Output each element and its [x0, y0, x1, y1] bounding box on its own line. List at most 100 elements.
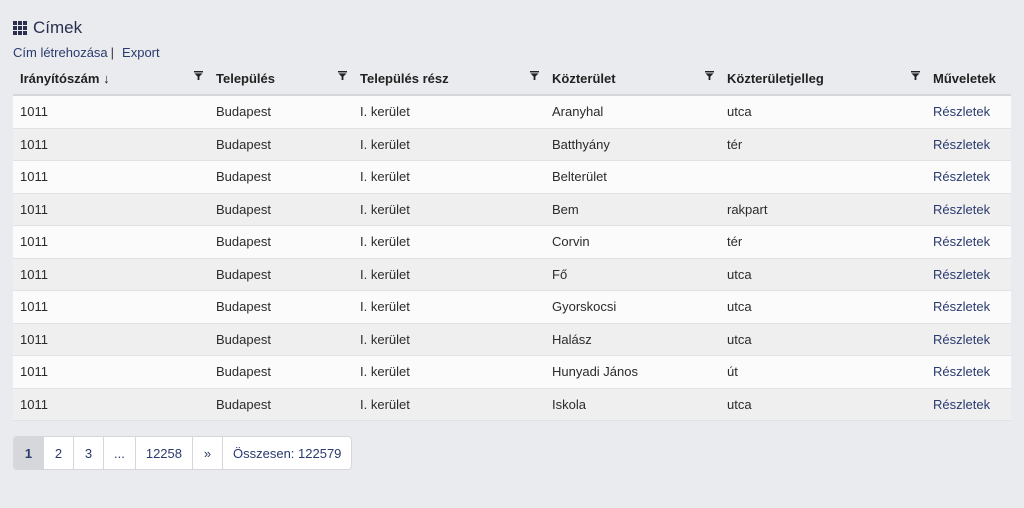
- cell-settlement: Budapest: [209, 193, 353, 226]
- create-address-link[interactable]: Cím létrehozása: [13, 45, 108, 60]
- details-link[interactable]: Részletek: [933, 299, 990, 314]
- column-header-settlement[interactable]: Település: [209, 62, 353, 96]
- action-separator: |: [110, 45, 115, 60]
- column-header-settlement-part[interactable]: Település rész: [353, 62, 545, 96]
- cell-postal-code: 1011: [13, 355, 209, 389]
- cell-street: Iskola: [545, 388, 720, 421]
- cell-postal-code: 1011: [13, 95, 209, 129]
- cell-settlement-part: I. kerület: [353, 160, 545, 194]
- column-header-postal-code[interactable]: Irányítószám ↓: [13, 62, 209, 96]
- cell-postal-code: 1011: [13, 193, 209, 226]
- next-page-button[interactable]: »: [193, 437, 223, 469]
- cell-actions: Részletek: [926, 290, 1011, 324]
- table-header-row: Irányítószám ↓ Település Település rész Köz…: [13, 62, 1011, 96]
- page-button[interactable]: 2: [44, 437, 74, 469]
- cell-street-type: utca: [720, 388, 926, 421]
- cell-street: Aranyhal: [545, 95, 720, 129]
- filter-icon[interactable]: [194, 71, 203, 80]
- page-title: Címek: [13, 16, 82, 40]
- column-header-street[interactable]: Közterület: [545, 62, 720, 96]
- cell-street-type: utca: [720, 258, 926, 291]
- details-link[interactable]: Részletek: [933, 234, 990, 249]
- cell-actions: Részletek: [926, 388, 1011, 421]
- cell-settlement-part: I. kerület: [353, 95, 545, 129]
- pagination: 1 2 3... 12258» Összesen: 122579: [13, 436, 353, 470]
- cell-settlement-part: I. kerület: [353, 355, 545, 389]
- cell-settlement: Budapest: [209, 355, 353, 389]
- page-button[interactable]: ...: [104, 437, 136, 469]
- cell-settlement: Budapest: [209, 128, 353, 161]
- column-header-label: Irányítószám ↓: [20, 70, 110, 86]
- cell-settlement-part: I. kerület: [353, 290, 545, 324]
- cell-settlement: Budapest: [209, 225, 353, 259]
- address-table: Irányítószám ↓ Település Település rész Köz…: [13, 62, 1011, 421]
- cell-actions: Részletek: [926, 225, 1011, 259]
- page-button[interactable]: 12258: [136, 437, 193, 469]
- cell-street: Belterület: [545, 160, 720, 194]
- page-button[interactable]: 1: [14, 437, 44, 469]
- cell-actions: Részletek: [926, 95, 1011, 129]
- table-row: 1011 Budapest I. kerület Aranyhal utca Részle…: [13, 95, 1011, 129]
- export-link[interactable]: Export: [122, 45, 160, 60]
- column-header-label: Település rész: [360, 70, 449, 86]
- cell-postal-code: 1011: [13, 323, 209, 356]
- cell-settlement: Budapest: [209, 290, 353, 324]
- details-link[interactable]: Részletek: [933, 104, 990, 119]
- cell-settlement: Budapest: [209, 160, 353, 194]
- cell-street: Hunyadi János: [545, 355, 720, 389]
- cell-postal-code: 1011: [13, 388, 209, 421]
- cell-street-type: tér: [720, 225, 926, 259]
- cell-street: Bem: [545, 193, 720, 226]
- cell-actions: Részletek: [926, 355, 1011, 389]
- table-row: 1011 Budapest I. kerület Hunyadi János út Rés…: [13, 355, 1011, 389]
- cell-settlement-part: I. kerület: [353, 225, 545, 259]
- details-link[interactable]: Részletek: [933, 332, 990, 347]
- column-header-actions[interactable]: Műveletek: [926, 62, 1011, 96]
- cell-street-type: út: [720, 355, 926, 389]
- cell-settlement: Budapest: [209, 258, 353, 291]
- page-button[interactable]: 3: [74, 437, 104, 469]
- details-link[interactable]: Részletek: [933, 397, 990, 412]
- action-bar: Cím létrehozása | Export: [13, 45, 160, 60]
- table-row: 1011 Budapest I. kerület Corvin tér Részletek: [13, 225, 1011, 259]
- cell-settlement: Budapest: [209, 388, 353, 421]
- table-row: 1011 Budapest I. kerület Fő utca Részletek: [13, 258, 1011, 291]
- cell-street-type: utca: [720, 323, 926, 356]
- grid-icon: [13, 21, 27, 35]
- table-row: 1011 Budapest I. kerület Iskola utca Részlete…: [13, 388, 1011, 421]
- filter-icon[interactable]: [705, 71, 714, 80]
- cell-street: Fő: [545, 258, 720, 291]
- cell-settlement: Budapest: [209, 95, 353, 129]
- filter-icon[interactable]: [911, 71, 920, 80]
- cell-actions: Részletek: [926, 323, 1011, 356]
- column-header-label: Település: [216, 70, 276, 86]
- details-link[interactable]: Részletek: [933, 202, 990, 217]
- page-title-text: Címek: [33, 18, 83, 37]
- cell-settlement: Budapest: [209, 323, 353, 356]
- cell-postal-code: 1011: [13, 290, 209, 324]
- column-header-label: Közterületjelleg: [727, 70, 824, 86]
- cell-actions: Részletek: [926, 160, 1011, 194]
- details-link[interactable]: Részletek: [933, 137, 990, 152]
- cell-postal-code: 1011: [13, 128, 209, 161]
- table-row: 1011 Budapest I. kerület Batthyány tér Részle…: [13, 128, 1011, 161]
- cell-street: Batthyány: [545, 128, 720, 161]
- table-row: 1011 Budapest I. kerület Belterület Részlete…: [13, 160, 1011, 194]
- cell-postal-code: 1011: [13, 225, 209, 259]
- details-link[interactable]: Részletek: [933, 267, 990, 282]
- table-body: 1011 Budapest I. kerület Aranyhal utca Részle…: [13, 95, 1011, 421]
- filter-icon[interactable]: [530, 71, 539, 80]
- cell-settlement-part: I. kerület: [353, 128, 545, 161]
- table-row: 1011 Budapest I. kerület Bem rakpart Részlete…: [13, 193, 1011, 226]
- table-row: 1011 Budapest I. kerület Halász utca Részlete…: [13, 323, 1011, 356]
- cell-actions: Részletek: [926, 193, 1011, 226]
- column-header-street-type[interactable]: Közterületjelleg: [720, 62, 926, 96]
- cell-actions: Részletek: [926, 258, 1011, 291]
- cell-settlement-part: I. kerület: [353, 323, 545, 356]
- cell-settlement-part: I. kerület: [353, 193, 545, 226]
- details-link[interactable]: Részletek: [933, 169, 990, 184]
- cell-settlement-part: I. kerület: [353, 258, 545, 291]
- details-link[interactable]: Részletek: [933, 364, 990, 379]
- cell-street-type: [720, 160, 926, 194]
- filter-icon[interactable]: [338, 71, 347, 80]
